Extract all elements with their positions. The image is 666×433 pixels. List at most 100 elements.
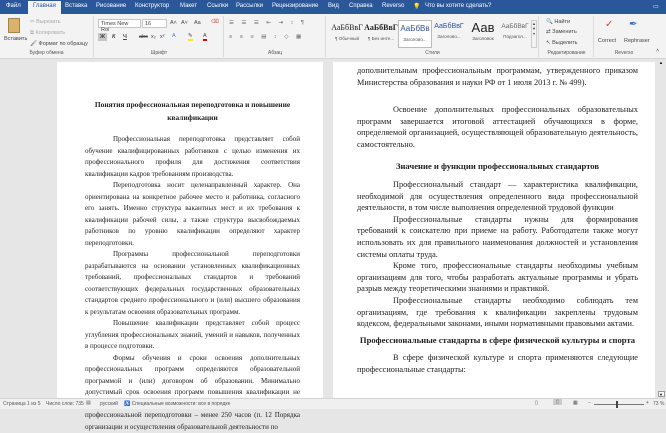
styles-label: Стили	[327, 50, 538, 56]
style-name: ¶ Обычный	[330, 36, 364, 41]
zoom-out-button[interactable]: −	[588, 400, 591, 406]
tab-mailings[interactable]: Рассылки	[236, 3, 263, 9]
print-layout-icon[interactable]: ▯	[553, 399, 562, 405]
style-preview: АаБбВвГ	[364, 23, 398, 32]
editing-label: Редактирование	[540, 50, 593, 56]
list-icons[interactable]: ☰ ☰ ☰ ⇤ ⇥ ↕ ¶	[229, 20, 307, 26]
tab-layout[interactable]: Макет	[180, 3, 197, 9]
styles-scroll[interactable]: ▲▼▾	[531, 20, 537, 48]
ribbon-tabs: Файл Главная Вставка Рисование Конструкт…	[0, 0, 666, 14]
paragraph: дополнительным профессиональным программ…	[357, 65, 638, 88]
font-size-select[interactable]: 16	[142, 19, 167, 28]
replace-button[interactable]: ⇄ Заменить	[546, 29, 577, 35]
tab-draw[interactable]: Рисование	[96, 3, 126, 9]
superscript-button[interactable]: x²	[160, 34, 165, 40]
scroll-up-icon[interactable]: ▲	[659, 60, 664, 65]
language[interactable]: русский	[100, 401, 118, 407]
paragraph: Профессиональные стандарты необходимо со…	[357, 295, 638, 330]
paste-button[interactable]: Вставить	[4, 36, 27, 42]
zoom-slider[interactable]	[594, 404, 644, 405]
reverso-label: Reverso	[595, 50, 653, 56]
highlight-icon[interactable]: ✎	[188, 33, 193, 41]
tab-file[interactable]: Файл	[6, 3, 21, 9]
align-icons[interactable]: ≡ ≡ ≡ ▤ ↕ ◇ ▦	[229, 34, 304, 40]
correct-button[interactable]: Correct	[598, 38, 616, 44]
tab-references[interactable]: Ссылки	[207, 3, 228, 9]
style-name: Подзагол...	[498, 34, 532, 39]
style-preview: Аав	[466, 20, 500, 35]
read-mode-icon[interactable]: ▯	[535, 400, 538, 406]
clipboard-label: Буфер обмена	[0, 50, 93, 56]
strikethrough-button[interactable]: abc	[139, 34, 148, 40]
web-layout-icon[interactable]: ▦	[573, 400, 578, 406]
style-heading1[interactable]: АаБбВвЗаголово...	[398, 20, 432, 48]
style-name: Заголово...	[399, 37, 431, 42]
italic-button[interactable]: К	[112, 34, 115, 40]
find-label: Найти	[554, 19, 570, 25]
vertical-scrollbar[interactable]: ▲ ▼	[657, 59, 666, 398]
style-subtitle[interactable]: АаБбВвГПодзагол...	[498, 20, 532, 48]
text-effects-icon[interactable]: A	[172, 33, 176, 39]
tab-home[interactable]: Главная	[28, 1, 61, 14]
tab-insert[interactable]: Вставка	[65, 3, 87, 9]
zoom-slider-thumb[interactable]	[616, 401, 618, 408]
reverso-group: ✓ ✒ Correct Rephraser Reverso	[595, 16, 653, 57]
font-name-select[interactable]: Times New Roi	[98, 19, 141, 28]
format-painter-button[interactable]: 🖌 Формат по образцу	[30, 41, 88, 47]
copy-label: Копировать	[35, 30, 65, 36]
subscript-button[interactable]: x₂	[151, 34, 156, 40]
paragraph: Кроме того, профессиональные стандарты н…	[357, 260, 638, 295]
zoom-level[interactable]: 73 %	[653, 401, 664, 407]
tab-reverso[interactable]: Reverso	[382, 3, 404, 9]
paragraph-label: Абзац	[225, 50, 325, 56]
right-page-content: дополнительным профессиональным программ…	[357, 65, 638, 375]
editing-group: 🔍 Найти ⇄ Заменить ↖ Выделить Редактиров…	[540, 16, 594, 57]
style-heading2[interactable]: АаБбВвГЗаголово...	[432, 20, 466, 48]
page-count[interactable]: Страница 1 из 5	[3, 401, 40, 407]
section-heading: Профессиональные стандарты в сфере физич…	[357, 335, 638, 347]
ribbon: Вставить ✂ Вырезать ⧉ Копировать 🖌 Форма…	[0, 14, 666, 59]
tab-view[interactable]: Вид	[328, 3, 339, 9]
tab-help[interactable]: Справка	[349, 3, 373, 9]
clipboard-group: Вставить ✂ Вырезать ⧉ Копировать 🖌 Форма…	[0, 16, 94, 57]
accessibility-status[interactable]: ♿ Специальные возможности: все в порядке	[124, 401, 230, 407]
grow-font-button[interactable]: A˄	[170, 20, 177, 26]
bold-button[interactable]: Ж	[98, 33, 107, 41]
style-title[interactable]: АавЗаголовок	[466, 20, 500, 48]
correct-icon[interactable]: ✓	[605, 19, 613, 30]
scroll-down-icon[interactable]: ▼	[658, 391, 665, 397]
paragraph: В сфере физической культуре и спорта при…	[357, 352, 638, 375]
rephraser-icon[interactable]: ✒	[629, 19, 637, 30]
clear-format-icon[interactable]: ⌫	[211, 19, 219, 25]
paragraph: Профессиональная переподготовка представ…	[85, 134, 300, 180]
cut-label: Вырезать	[36, 19, 60, 25]
copy-button[interactable]: ⧉ Копировать	[30, 30, 65, 37]
status-bar: Страница 1 из 5 Число слов: 735 ▤ русски…	[0, 398, 666, 409]
tab-design[interactable]: Конструктор	[135, 3, 169, 9]
cut-button[interactable]: ✂ Вырезать	[30, 19, 61, 25]
tell-me-search[interactable]: Что вы хотите сделать?	[425, 3, 491, 9]
proofing-icon[interactable]: ▤	[86, 400, 91, 406]
change-case-button[interactable]: Aa	[194, 20, 201, 26]
paste-icon[interactable]	[8, 18, 20, 33]
font-color-icon[interactable]: A	[203, 33, 207, 41]
collapse-ribbon-icon[interactable]: ˄	[656, 48, 659, 54]
find-button[interactable]: 🔍 Найти	[546, 19, 570, 25]
select-button[interactable]: ↖ Выделить	[546, 40, 578, 46]
lightbulb-icon: 💡	[413, 3, 420, 10]
style-normal[interactable]: АаБбВвГ¶ Обычный	[330, 20, 364, 48]
underline-button[interactable]: Ч	[123, 34, 127, 40]
paragraph: Профессиональные стандарты нужны для фор…	[357, 214, 638, 260]
comment-icon[interactable]: ▭	[653, 3, 659, 10]
format-painter-label: Формат по образцу	[39, 41, 88, 47]
style-name: ¶ Без инте...	[364, 36, 398, 41]
rephraser-button[interactable]: Rephraser	[624, 38, 650, 44]
shrink-font-button[interactable]: A˅	[181, 20, 188, 26]
tab-review[interactable]: Рецензирование	[272, 3, 318, 9]
word-count[interactable]: Число слов: 735	[46, 401, 84, 407]
style-no-spacing[interactable]: АаБбВвГ ¶ Без инте...	[364, 20, 398, 48]
replace-label: Заменить	[552, 29, 577, 35]
zoom-in-button[interactable]: +	[646, 400, 649, 406]
select-label: Выделить	[552, 40, 577, 46]
style-preview: АаБбВвГ	[432, 23, 466, 30]
